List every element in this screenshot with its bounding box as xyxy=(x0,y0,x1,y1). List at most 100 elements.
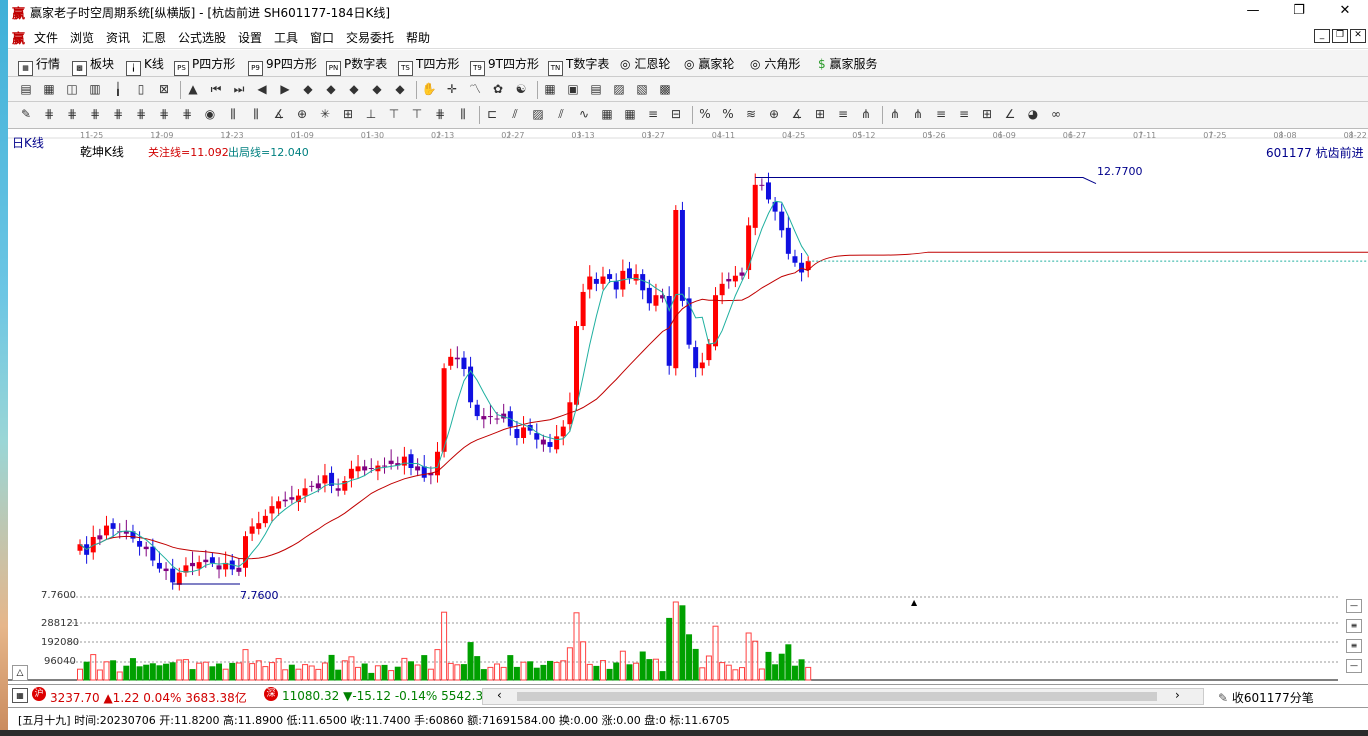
toolbar-tool-icon[interactable]: ▤ xyxy=(588,81,604,97)
toolbar-tool-icon[interactable]: ⋕ xyxy=(41,106,57,122)
toolbar-tool-icon[interactable]: ≡ xyxy=(933,106,949,122)
toolbar-tool-icon[interactable]: ∡ xyxy=(271,106,287,122)
keyboard-icon[interactable]: ▦ xyxy=(12,688,28,703)
toolbar-tool-icon[interactable]: ◉ xyxy=(202,106,218,122)
toolbar-tool-icon[interactable]: ✋ xyxy=(421,81,437,97)
toolbar-tool-icon[interactable]: ▣ xyxy=(565,81,581,97)
chart-menu-button[interactable]: ≡ xyxy=(1346,639,1362,653)
minimize-button[interactable]: — xyxy=(1230,0,1276,22)
scroll-left-icon[interactable]: ‹ xyxy=(497,688,502,702)
toolbar-tool-icon[interactable]: ⊤ xyxy=(386,106,402,122)
toolbar-tool-icon[interactable]: ☯ xyxy=(513,81,529,97)
toolbar-quotes[interactable]: ▦ 行情 xyxy=(18,55,60,76)
toolbar-tool-icon[interactable]: ⏮ xyxy=(208,81,224,97)
toolbar-tool-icon[interactable]: ⫼ xyxy=(225,106,241,122)
toolbar-tool-icon[interactable]: ▯ xyxy=(133,81,149,97)
toolbar-9p-square[interactable]: P9 9P四方形 xyxy=(248,55,317,76)
toolbar-tool-icon[interactable]: ⫼ xyxy=(455,106,471,122)
toolbar-tool-icon[interactable]: ◀ xyxy=(254,81,270,97)
toolbar-tool-icon[interactable]: ▦ xyxy=(622,106,638,122)
toolbar-huien-wheel[interactable]: ◎ 汇恩轮 xyxy=(620,55,670,72)
toolbar-tool-icon[interactable]: ▨ xyxy=(611,81,627,97)
horizontal-scrollbar[interactable]: ‹ › xyxy=(482,688,1204,705)
toolbar-tool-icon[interactable]: ⊠ xyxy=(156,81,172,97)
toolbar-tool-icon[interactable]: ✿ xyxy=(490,81,506,97)
toolbar-tool-icon[interactable]: ◆ xyxy=(323,81,339,97)
chart-shrink-button[interactable]: — xyxy=(1346,659,1362,673)
menu-huien[interactable]: 汇恩 xyxy=(142,29,166,46)
menu-trade[interactable]: 交易委托 xyxy=(346,29,394,46)
shanghai-index[interactable]: 3237.70 ▲1.22 0.04% 3683.38亿 xyxy=(50,689,247,706)
toolbar-tool-icon[interactable]: ∿ xyxy=(576,106,592,122)
menu-file[interactable]: 文件 xyxy=(34,29,58,46)
toolbar-tool-icon[interactable]: ⫼ xyxy=(248,106,264,122)
menu-browse[interactable]: 浏览 xyxy=(70,29,94,46)
toolbar-tool-icon[interactable]: ⋕ xyxy=(133,106,149,122)
kline-chart[interactable]: 11-25 12-09 12-23 01-09 01-30 02-13 02-27 03-13… xyxy=(8,129,1368,684)
scroll-up-icon[interactable]: △ xyxy=(12,665,28,681)
toolbar-tool-icon[interactable]: ≡ xyxy=(956,106,972,122)
toolbar-winner-wheel[interactable]: ◎ 赢家轮 xyxy=(684,55,734,72)
toolbar-tool-icon[interactable]: ✳ xyxy=(317,106,333,122)
toolbar-tool-icon[interactable]: ◫ xyxy=(64,81,80,97)
toolbar-tool-icon[interactable]: ⊞ xyxy=(812,106,828,122)
toolbar-tool-icon[interactable]: ▦ xyxy=(41,81,57,97)
toolbar-tool-icon[interactable]: ⊟ xyxy=(668,106,684,122)
scrollbar-thumb[interactable] xyxy=(517,692,1157,701)
toolbar-tool-icon[interactable]: ◕ xyxy=(1025,106,1041,122)
toolbar-tool-icon[interactable]: ◆ xyxy=(300,81,316,97)
menu-tools[interactable]: 工具 xyxy=(274,29,298,46)
toolbar-tool-icon[interactable]: ◆ xyxy=(346,81,362,97)
toolbar-winner-service[interactable]: $ 赢家服务 xyxy=(818,55,877,72)
mdi-close-button[interactable]: ✕ xyxy=(1350,29,1366,43)
close-button[interactable]: ✕ xyxy=(1322,0,1368,22)
toolbar-tool-icon[interactable]: ◆ xyxy=(392,81,408,97)
toolbar-tool-icon[interactable]: ⋔ xyxy=(887,106,903,122)
toolbar-tool-icon[interactable]: ⊕ xyxy=(766,106,782,122)
toolbar-tool-icon[interactable]: ⋕ xyxy=(156,106,172,122)
zoom-in-button[interactable]: ≡ xyxy=(1346,619,1362,633)
toolbar-tool-icon[interactable]: ⫽ xyxy=(553,106,569,122)
menu-settings[interactable]: 设置 xyxy=(238,29,262,46)
toolbar-tool-icon[interactable]: ⋔ xyxy=(858,106,874,122)
toolbar-tool-icon[interactable]: ⋕ xyxy=(64,106,80,122)
toolbar-tool-icon[interactable]: ▧ xyxy=(634,81,650,97)
toolbar-tool-icon[interactable]: ⋔ xyxy=(910,106,926,122)
mdi-minimize-button[interactable]: _ xyxy=(1314,29,1330,43)
toolbar-sectors[interactable]: ▩ 板块 xyxy=(72,55,114,76)
toolbar-tool-icon[interactable]: ⊤ xyxy=(409,106,425,122)
toolbar-kline[interactable]: ╽ K线 xyxy=(126,55,164,76)
toolbar-tool-icon[interactable]: ≋ xyxy=(743,106,759,122)
scroll-right-icon[interactable]: › xyxy=(1175,688,1180,702)
toolbar-tool-icon[interactable]: ∠ xyxy=(1002,106,1018,122)
toolbar-tool-icon[interactable]: ⊥ xyxy=(363,106,379,122)
toolbar-tool-icon[interactable]: ✎ xyxy=(18,106,34,122)
toolbar-tool-icon[interactable]: ∞ xyxy=(1048,106,1064,122)
toolbar-tool-icon[interactable]: ⋕ xyxy=(87,106,103,122)
toolbar-t-square[interactable]: TS T四方形 xyxy=(398,55,459,76)
toolbar-t-number-table[interactable]: TN T数字表 xyxy=(548,55,609,76)
toolbar-tool-icon[interactable]: ▨ xyxy=(530,106,546,122)
toolbar-p-number-table[interactable]: PN P数字表 xyxy=(326,55,387,76)
toolbar-tool-icon[interactable]: % xyxy=(697,106,713,122)
toolbar-tool-icon[interactable]: ▤ xyxy=(18,81,34,97)
mdi-restore-button[interactable]: ❐ xyxy=(1332,29,1348,43)
shenzhen-index[interactable]: 11080.32 ▼-15.12 -0.14% 5542.38 xyxy=(282,689,491,703)
toolbar-tool-icon[interactable]: ⊞ xyxy=(979,106,995,122)
toolbar-tool-icon[interactable]: ▦ xyxy=(542,81,558,97)
restore-button[interactable]: ❐ xyxy=(1276,0,1322,22)
toolbar-hexagon[interactable]: ◎ 六角形 xyxy=(750,55,800,72)
toolbar-tool-icon[interactable]: ▩ xyxy=(657,81,673,97)
kline-chart-area[interactable]: 11-25 12-09 12-23 01-09 01-30 02-13 02-27 03-13… xyxy=(8,129,1368,684)
toolbar-tool-icon[interactable]: ⫽ xyxy=(507,106,523,122)
toolbar-p-square[interactable]: PS P四方形 xyxy=(174,55,235,76)
toolbar-tool-icon[interactable]: ∡ xyxy=(789,106,805,122)
toolbar-tool-icon[interactable]: ▦ xyxy=(599,106,615,122)
toolbar-tool-icon[interactable]: ⋕ xyxy=(110,106,126,122)
toolbar-tool-icon[interactable]: ⊕ xyxy=(294,106,310,122)
toolbar-tool-icon[interactable]: 〽 xyxy=(467,81,483,97)
toolbar-tool-icon[interactable]: ╽ xyxy=(110,81,126,97)
toolbar-tool-icon[interactable]: ≡ xyxy=(835,106,851,122)
toolbar-tool-icon[interactable]: ▲ xyxy=(185,81,201,97)
toolbar-9t-square[interactable]: T9 9T四方形 xyxy=(470,55,539,76)
